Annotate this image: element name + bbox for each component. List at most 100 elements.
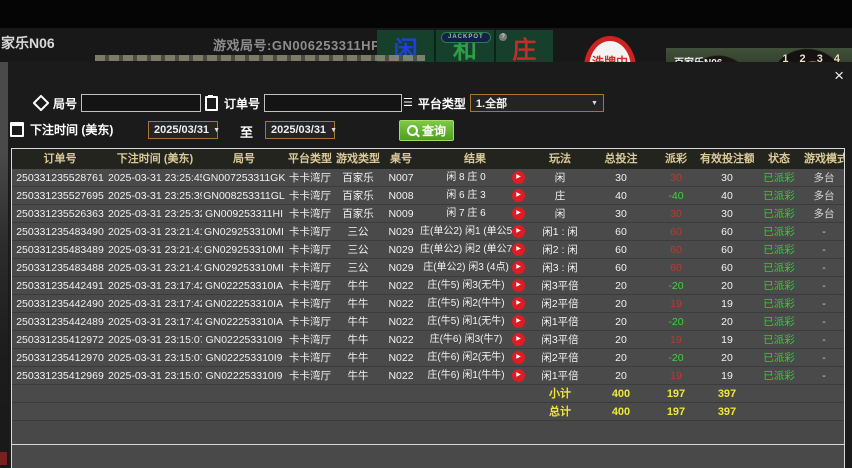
bet-time: 2025-03-31 23:17:42	[108, 298, 202, 310]
valid-bet: 19	[721, 370, 733, 382]
order-id: 250331235528761	[16, 172, 104, 184]
col-game-mode: 游戏模式	[804, 153, 844, 165]
replay-button[interactable]: ▶	[512, 243, 525, 256]
payout: 19	[670, 334, 682, 346]
date-range-to-label: 至	[240, 125, 254, 140]
table-row: 250331235528761 2025-03-31 23:25:45 GN0072…	[12, 169, 844, 187]
payout: 30	[670, 172, 682, 184]
play-type: 闲3平倍	[541, 334, 579, 346]
col-valid-bet: 有效投注额	[700, 153, 754, 165]
table-no: N008	[388, 190, 414, 202]
game-round-id: 游戏局号:GN006253311HP	[213, 38, 381, 53]
replay-button[interactable]: ▶	[512, 315, 525, 328]
chip-strip	[95, 55, 425, 61]
valid-bet: 60	[721, 244, 733, 256]
grand-total-label: 总计	[549, 406, 571, 418]
platform: 卡卡湾厅	[289, 244, 331, 256]
grand-total-total-bet: 400	[611, 406, 631, 418]
play-type: 闲2 : 闲	[542, 244, 578, 256]
jackpot-help-icon[interactable]: ?	[499, 33, 507, 41]
total-bet: 30	[615, 208, 627, 220]
payout: 30	[670, 208, 682, 220]
table-no: N022	[388, 370, 414, 382]
list-icon: ☰	[403, 96, 413, 109]
replay-button[interactable]: ▶	[512, 351, 525, 364]
round-input[interactable]	[81, 94, 202, 112]
total-bet: 20	[615, 280, 627, 292]
order-id: 250331235526363	[16, 208, 104, 220]
replay-button[interactable]: ▶	[512, 189, 525, 202]
round-filter: 局号	[32, 94, 202, 112]
total-bet: 20	[615, 316, 627, 328]
subtotal-valid-bet: 397	[717, 388, 737, 400]
result-cell: 庄(单公2) 闲2 (单公7) ▶	[420, 241, 530, 258]
result-cell: 闲 8 庄 0 ▶	[420, 169, 530, 186]
close-icon[interactable]: ×	[834, 67, 844, 84]
platform: 卡卡湾厅	[289, 280, 331, 292]
game-mode: 多台	[813, 190, 835, 202]
round-id: GN022253310IA	[204, 280, 284, 292]
play-type: 闲1平倍	[541, 316, 579, 328]
game-type: 牛牛	[347, 352, 369, 364]
game-type: 三公	[347, 226, 369, 238]
platform-select[interactable]: 1.全部 ▼	[469, 94, 604, 112]
status-badge: 已派彩	[763, 172, 795, 184]
table-no: N022	[388, 316, 414, 328]
replay-button[interactable]: ▶	[512, 369, 525, 382]
payout: -40	[668, 190, 684, 202]
date-to-select[interactable]: 2025/03/31 ▼	[265, 121, 337, 139]
order-filter-label: 订单号	[224, 96, 261, 111]
table-body: 250331235528761 2025-03-31 23:25:45 GN0072…	[12, 169, 844, 385]
grand-total-payout: 197	[666, 406, 686, 418]
replay-button[interactable]: ▶	[512, 333, 525, 346]
order-input[interactable]	[264, 94, 403, 112]
table-row: 250331235412972 2025-03-31 23:15:07 GN0222…	[12, 331, 844, 349]
bet-time: 2025-03-31 23:17:42	[108, 316, 202, 328]
valid-bet: 19	[721, 298, 733, 310]
round-id: GN022253310IA	[204, 298, 284, 310]
table-no: N007	[388, 172, 414, 184]
platform: 卡卡湾厅	[289, 352, 331, 364]
search-button[interactable]: 查询	[399, 120, 455, 141]
date-from-select[interactable]: 2025/03/31 ▼	[148, 121, 220, 139]
replay-button[interactable]: ▶	[512, 171, 525, 184]
replay-button[interactable]: ▶	[512, 297, 525, 310]
payout: -20	[668, 280, 684, 292]
result-text: 闲 8 庄 0	[446, 171, 486, 183]
table-no: N029	[388, 226, 414, 238]
bet-time-filter: 下注时间 (美东)	[10, 121, 113, 138]
table-no: N022	[388, 352, 414, 364]
bet-time: 2025-03-31 23:21:41	[108, 262, 202, 274]
search-button-label: 查询	[422, 124, 447, 138]
clipboard-icon	[205, 94, 218, 111]
valid-bet: 30	[721, 208, 733, 220]
result-cell: 庄(牛5) 闲3(无牛) ▶	[420, 277, 530, 294]
order-id: 250331235442489	[16, 316, 104, 328]
records-table: 订单号 下注时间 (美东) 局号 平台类型 游戏类型 桌号 结果 玩法 总投注 …	[11, 148, 845, 468]
col-round-id: 局号	[233, 153, 255, 165]
payout: 19	[670, 298, 682, 310]
replay-button[interactable]: ▶	[512, 207, 525, 220]
replay-button[interactable]: ▶	[512, 261, 525, 274]
round-id: GN009253311HI	[204, 208, 284, 220]
date-from-value: 2025/03/31	[154, 124, 210, 136]
payout: -20	[668, 352, 684, 364]
valid-bet: 60	[721, 226, 733, 238]
status-badge: 已派彩	[763, 208, 795, 220]
jackpot-badge: JACKPOT	[441, 32, 491, 43]
replay-button[interactable]: ▶	[512, 279, 525, 292]
game-mode: -	[822, 244, 826, 256]
payout: -20	[668, 316, 684, 328]
game-type: 百家乐	[342, 208, 374, 220]
bet-time: 2025-03-31 23:21:41	[108, 244, 202, 256]
game-type: 牛牛	[347, 370, 369, 382]
round-id: GN007253311GK	[202, 172, 286, 184]
payout: 60	[670, 262, 682, 274]
col-payout: 派彩	[665, 153, 687, 165]
round-id: GN022253310IA	[204, 316, 284, 328]
subtotal-row: 小计 400 197 397	[12, 385, 844, 403]
replay-button[interactable]: ▶	[512, 225, 525, 238]
play-type: 闲	[554, 208, 566, 220]
payout: 19	[670, 370, 682, 382]
game-mode: 多台	[813, 172, 835, 184]
